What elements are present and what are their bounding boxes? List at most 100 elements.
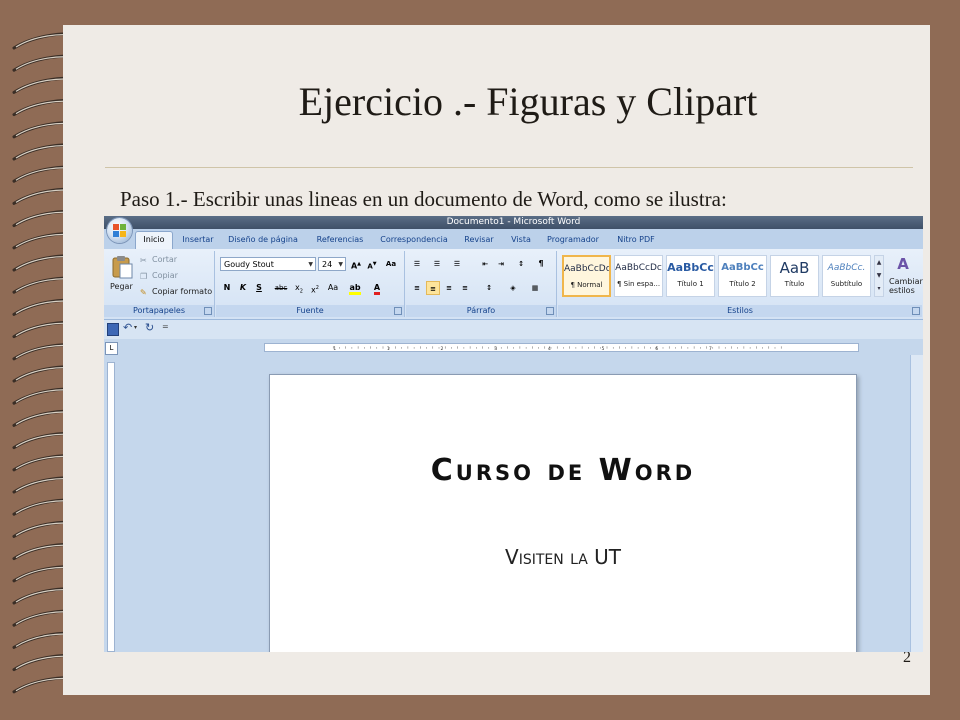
document-heading: Curso de Word bbox=[430, 453, 696, 488]
title-divider bbox=[105, 167, 913, 168]
font-group-label: Fuente bbox=[216, 305, 404, 317]
style-name: Título bbox=[784, 280, 805, 288]
quick-access-toolbar: ↶ ▾ ↻ = bbox=[104, 320, 923, 339]
italic-button[interactable]: K bbox=[236, 281, 250, 295]
ruler-number: 6 bbox=[655, 346, 658, 352]
ruler-number: 1 bbox=[333, 346, 336, 352]
shrink-font-button[interactable]: A▼ bbox=[365, 257, 379, 271]
cut-label: Cortar bbox=[152, 255, 178, 264]
style-sample: AaBbCc bbox=[721, 262, 764, 273]
borders-icon[interactable]: ▦ bbox=[528, 281, 542, 295]
styles-scroll[interactable]: ▲ ▼ ▾ bbox=[874, 255, 884, 297]
clear-format-icon[interactable]: Aa bbox=[384, 257, 398, 271]
align-left-icon[interactable]: ≡ bbox=[410, 281, 424, 295]
style-titulo-1[interactable]: AaBbCc Título 1 bbox=[666, 255, 715, 297]
word-title-bar: Documento1 - Microsoft Word bbox=[104, 216, 923, 229]
chevron-down-icon: ▼ bbox=[308, 261, 313, 268]
tab-vista[interactable]: Vista bbox=[504, 232, 538, 249]
line-spacing-icon[interactable]: ↕ bbox=[482, 281, 496, 295]
bullets-icon[interactable]: ☰ bbox=[410, 257, 424, 271]
style-sample: AaBbCcDc bbox=[615, 263, 662, 273]
tab-correspondencia[interactable]: Correspondencia bbox=[376, 232, 452, 249]
show-marks-icon[interactable]: ¶ bbox=[534, 257, 548, 271]
copy-label: Copiar bbox=[152, 271, 178, 280]
strikethrough-button[interactable]: abc bbox=[274, 281, 288, 295]
horizontal-ruler-bar: L 1 1 2 3 4 5 6 7 bbox=[104, 340, 923, 355]
style-sample: AaBbCc. bbox=[827, 263, 866, 273]
clipboard-group: Pegar ✂ Cortar ❐ Copiar ✎ Copiar formato Po… bbox=[104, 251, 215, 317]
ruler-number: 7 bbox=[709, 346, 712, 352]
shading-icon[interactable]: ◈ bbox=[506, 281, 520, 295]
style-name: ¶ Normal bbox=[570, 281, 603, 289]
ribbon-tabs: Inicio Insertar Diseño de página Referen… bbox=[104, 229, 923, 250]
font-color-icon[interactable]: A bbox=[370, 281, 384, 295]
justify-icon[interactable]: ≡ bbox=[458, 281, 472, 295]
highlight-icon[interactable]: ab bbox=[348, 281, 362, 295]
superscript-button[interactable]: x2 bbox=[308, 281, 322, 295]
style-normal[interactable]: AaBbCcDc ¶ Normal bbox=[562, 255, 611, 297]
decrease-indent-icon[interactable]: ⇤ bbox=[478, 257, 492, 271]
chevron-down-icon[interactable]: ▾ bbox=[134, 324, 137, 331]
redo-icon[interactable]: ↻ bbox=[145, 321, 154, 334]
style-name: Título 1 bbox=[677, 280, 704, 288]
tab-insertar[interactable]: Insertar bbox=[176, 232, 220, 249]
style-sample: AaBbCcDc bbox=[564, 264, 609, 274]
save-icon[interactable] bbox=[107, 323, 119, 336]
tab-nitro-pdf[interactable]: Nitro PDF bbox=[610, 232, 662, 249]
ruler-number: 4 bbox=[548, 346, 551, 352]
style-name: Título 2 bbox=[729, 280, 756, 288]
style-titulo[interactable]: AaB Título bbox=[770, 255, 819, 297]
change-styles-icon: A bbox=[897, 255, 909, 273]
document-subheading: Visiten la UT bbox=[505, 545, 621, 569]
tab-selector-icon[interactable]: L bbox=[105, 342, 118, 355]
format-painter-button[interactable]: ✎ Copiar formato bbox=[140, 287, 212, 297]
increase-indent-icon[interactable]: ⇥ bbox=[494, 257, 508, 271]
change-styles-button[interactable]: A Cambiar estilos bbox=[886, 255, 923, 299]
font-group: Goudy Stout ▼ 24 ▼ A▲ A▼ Aa N K S abc x2 x… bbox=[216, 251, 405, 317]
scissors-icon: ✂ bbox=[140, 256, 147, 265]
clipboard-launcher-icon[interactable] bbox=[204, 307, 212, 315]
multilevel-list-icon[interactable]: ☰ bbox=[450, 257, 464, 271]
align-right-icon[interactable]: ≡ bbox=[442, 281, 456, 295]
cut-button[interactable]: ✂ Cortar bbox=[140, 255, 177, 265]
paste-label: Pegar bbox=[110, 282, 133, 291]
change-styles-label: Cambiar estilos bbox=[889, 277, 923, 295]
ribbon: Pegar ✂ Cortar ❐ Copiar ✎ Copiar formato Po… bbox=[104, 249, 923, 320]
style-subtitulo[interactable]: AaBbCc. Subtítulo bbox=[822, 255, 871, 297]
grow-font-button[interactable]: A▲ bbox=[349, 257, 363, 271]
change-case-button[interactable]: Aa bbox=[326, 281, 340, 295]
font-name-field[interactable]: Goudy Stout ▼ bbox=[220, 257, 316, 271]
tab-referencias[interactable]: Referencias bbox=[310, 232, 370, 249]
font-size-field[interactable]: 24 ▼ bbox=[318, 257, 346, 271]
subscript-button[interactable]: x2 bbox=[292, 281, 306, 295]
slide-title: Ejercicio .- Figuras y Clipart bbox=[298, 79, 758, 124]
vertical-scrollbar[interactable] bbox=[910, 355, 923, 652]
paste-button[interactable]: Pegar bbox=[108, 253, 136, 301]
style-titulo-2[interactable]: AaBbCc Título 2 bbox=[718, 255, 767, 297]
underline-button[interactable]: S bbox=[252, 281, 266, 295]
undo-icon[interactable]: ↶ bbox=[123, 321, 132, 334]
paragraph-launcher-icon[interactable] bbox=[546, 307, 554, 315]
vertical-ruler bbox=[107, 362, 115, 652]
office-button[interactable] bbox=[107, 218, 132, 243]
align-center-icon[interactable]: ≡ bbox=[426, 281, 440, 295]
font-launcher-icon[interactable] bbox=[394, 307, 402, 315]
style-sin-espaciado[interactable]: AaBbCcDc ¶ Sin espa... bbox=[614, 255, 663, 297]
office-logo-icon bbox=[113, 224, 126, 237]
numbering-icon[interactable]: ☰ bbox=[430, 257, 444, 271]
document-page[interactable]: Curso de Word Visiten la UT bbox=[269, 374, 857, 652]
ruler-number: 3 bbox=[494, 346, 497, 352]
tab-revisar[interactable]: Revisar bbox=[458, 232, 500, 249]
style-name: Subtítulo bbox=[830, 280, 863, 288]
tab-diseno-de-pagina[interactable]: Diseño de página bbox=[224, 232, 302, 249]
tab-inicio[interactable]: Inicio bbox=[135, 231, 173, 250]
styles-launcher-icon[interactable] bbox=[912, 307, 920, 315]
customize-toolbar-icon[interactable]: = bbox=[162, 322, 169, 331]
paragraph-group-label: Párrafo bbox=[406, 305, 556, 317]
tab-programador[interactable]: Programador bbox=[542, 232, 604, 249]
bold-button[interactable]: N bbox=[220, 281, 234, 295]
copy-button[interactable]: ❐ Copiar bbox=[140, 271, 178, 281]
format-painter-label: Copiar formato bbox=[152, 287, 213, 296]
sort-icon[interactable]: ↕ bbox=[514, 257, 528, 271]
word-window-title: Documento1 - Microsoft Word bbox=[446, 217, 581, 227]
